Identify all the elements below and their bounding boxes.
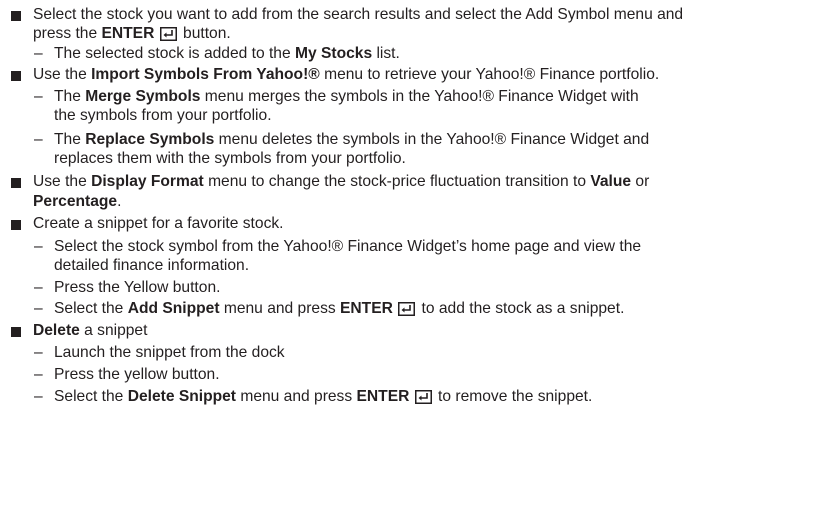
sub-line-1: Select the stock symbol from the Yahoo!®… — [54, 238, 642, 255]
bullet-icon — [11, 220, 21, 230]
bullet-icon — [11, 71, 21, 81]
dash-icon: – — [34, 88, 43, 105]
sub-text-pre: The selected stock is added to the — [54, 45, 295, 62]
item-1-text-post: button. — [178, 25, 231, 42]
value-label: Value — [590, 173, 632, 190]
item-3-line-1: Use the Display Format menu to change th… — [33, 172, 649, 192]
bullet-icon — [11, 178, 21, 188]
my-stocks-label: My Stocks — [294, 45, 373, 62]
item-4-line-1: Create a snippet for a favorite stock. — [33, 214, 284, 234]
sub-line-1: Press the yellow button. — [54, 366, 220, 383]
percentage-label: Percentage — [33, 193, 118, 210]
item-3-post: or — [631, 173, 650, 190]
item-2-pre: Use the — [33, 66, 92, 83]
sub-line-2: the symbols from your portfolio. — [54, 107, 272, 124]
sub-post: menu deletes the symbols in the Yahoo!® … — [214, 131, 650, 148]
sub-pre: Select the — [54, 388, 128, 405]
sub-line-1: Press the Yellow button. — [54, 279, 221, 296]
bullet-icon — [11, 11, 21, 21]
enter-key-icon — [398, 302, 416, 316]
item-1-line-1: Select the stock you want to add from th… — [33, 5, 683, 25]
dash-icon: – — [34, 279, 43, 296]
item-5-post: a snippet — [79, 322, 148, 339]
dash-icon: – — [34, 45, 43, 62]
sub-post: to remove the snippet. — [433, 388, 593, 405]
item-2-sub-2-line-2: replaces them with the symbols from your… — [54, 149, 406, 169]
item-3-pre: Use the — [33, 173, 92, 190]
item-2-post: menu to retrieve your Yahoo!® Finance po… — [319, 66, 660, 83]
item-4-sub-3: Select the Add Snippet menu and press EN… — [54, 299, 624, 319]
item-5-sub-1: Launch the snippet from the dock — [54, 343, 285, 363]
enter-key-label: ENTER — [101, 25, 155, 42]
bullet-icon — [11, 327, 21, 337]
dash-icon: – — [34, 344, 43, 361]
sub-line-2: replaces them with the symbols from your… — [54, 150, 406, 167]
item-2-line-1: Use the Import Symbols From Yahoo!® menu… — [33, 65, 659, 85]
sub-text-post: list. — [372, 45, 400, 62]
item-4-sub-1-line-2: detailed finance information. — [54, 256, 249, 276]
sub-pre: The — [54, 131, 86, 148]
item-4-sub-2: Press the Yellow button. — [54, 278, 220, 298]
display-format-label: Display Format — [91, 173, 204, 190]
enter-key-label: ENTER — [356, 388, 410, 405]
item-1-sub-1: The selected stock is added to the My St… — [54, 44, 400, 64]
import-symbols-label: Import Symbols From Yahoo!® — [91, 66, 320, 83]
sub-post: to add the stock as a snippet. — [417, 300, 625, 317]
delete-label: Delete — [33, 322, 80, 339]
sub-line-2: detailed finance information. — [54, 257, 250, 274]
sub-mid: menu and press — [236, 388, 357, 405]
instruction-list: Select the stock you want to add from th… — [0, 0, 837, 506]
item-2-sub-1-line-2: the symbols from your portfolio. — [54, 106, 272, 126]
dash-icon: – — [34, 366, 43, 383]
sub-post: menu merges the symbols in the Yahoo!® F… — [200, 88, 639, 105]
sub-line-1: Launch the snippet from the dock — [54, 344, 285, 361]
item-2-sub-2-line-1: The Replace Symbols menu deletes the sym… — [54, 130, 649, 150]
delete-snippet-label: Delete Snippet — [127, 388, 236, 405]
dash-icon: – — [34, 300, 43, 317]
enter-key-label: ENTER — [340, 300, 393, 317]
item-4-sub-1-line-1: Select the stock symbol from the Yahoo!®… — [54, 237, 641, 257]
item-4-text: Create a snippet for a favorite stock. — [33, 215, 284, 232]
add-snippet-label: Add Snippet — [127, 300, 220, 317]
item-5-line-1: Delete a snippet — [33, 321, 147, 341]
sub-pre: The — [54, 88, 86, 105]
dash-icon: – — [34, 238, 43, 255]
item-1-text-pre: press the — [33, 25, 102, 42]
item-3-mid: menu to change the stock-price fluctuati… — [203, 173, 591, 190]
merge-symbols-label: Merge Symbols — [85, 88, 201, 105]
sub-pre: Select the — [54, 300, 128, 317]
item-1-text: Select the stock you want to add from th… — [33, 6, 684, 23]
replace-symbols-label: Replace Symbols — [85, 131, 215, 148]
item-3-line-2: Percentage. — [33, 192, 121, 212]
enter-key-icon — [414, 390, 432, 404]
item-5-sub-3: Select the Delete Snippet menu and press… — [54, 387, 592, 407]
dash-icon: – — [34, 388, 43, 405]
item-1-line-2: press the ENTER button. — [33, 24, 231, 44]
enter-key-icon — [159, 27, 177, 41]
item-5-sub-2: Press the yellow button. — [54, 365, 220, 385]
dash-icon: – — [34, 131, 43, 148]
item-3-period: . — [117, 193, 122, 210]
sub-mid: menu and press — [219, 300, 341, 317]
item-2-sub-1-line-1: The Merge Symbols menu merges the symbol… — [54, 87, 639, 107]
